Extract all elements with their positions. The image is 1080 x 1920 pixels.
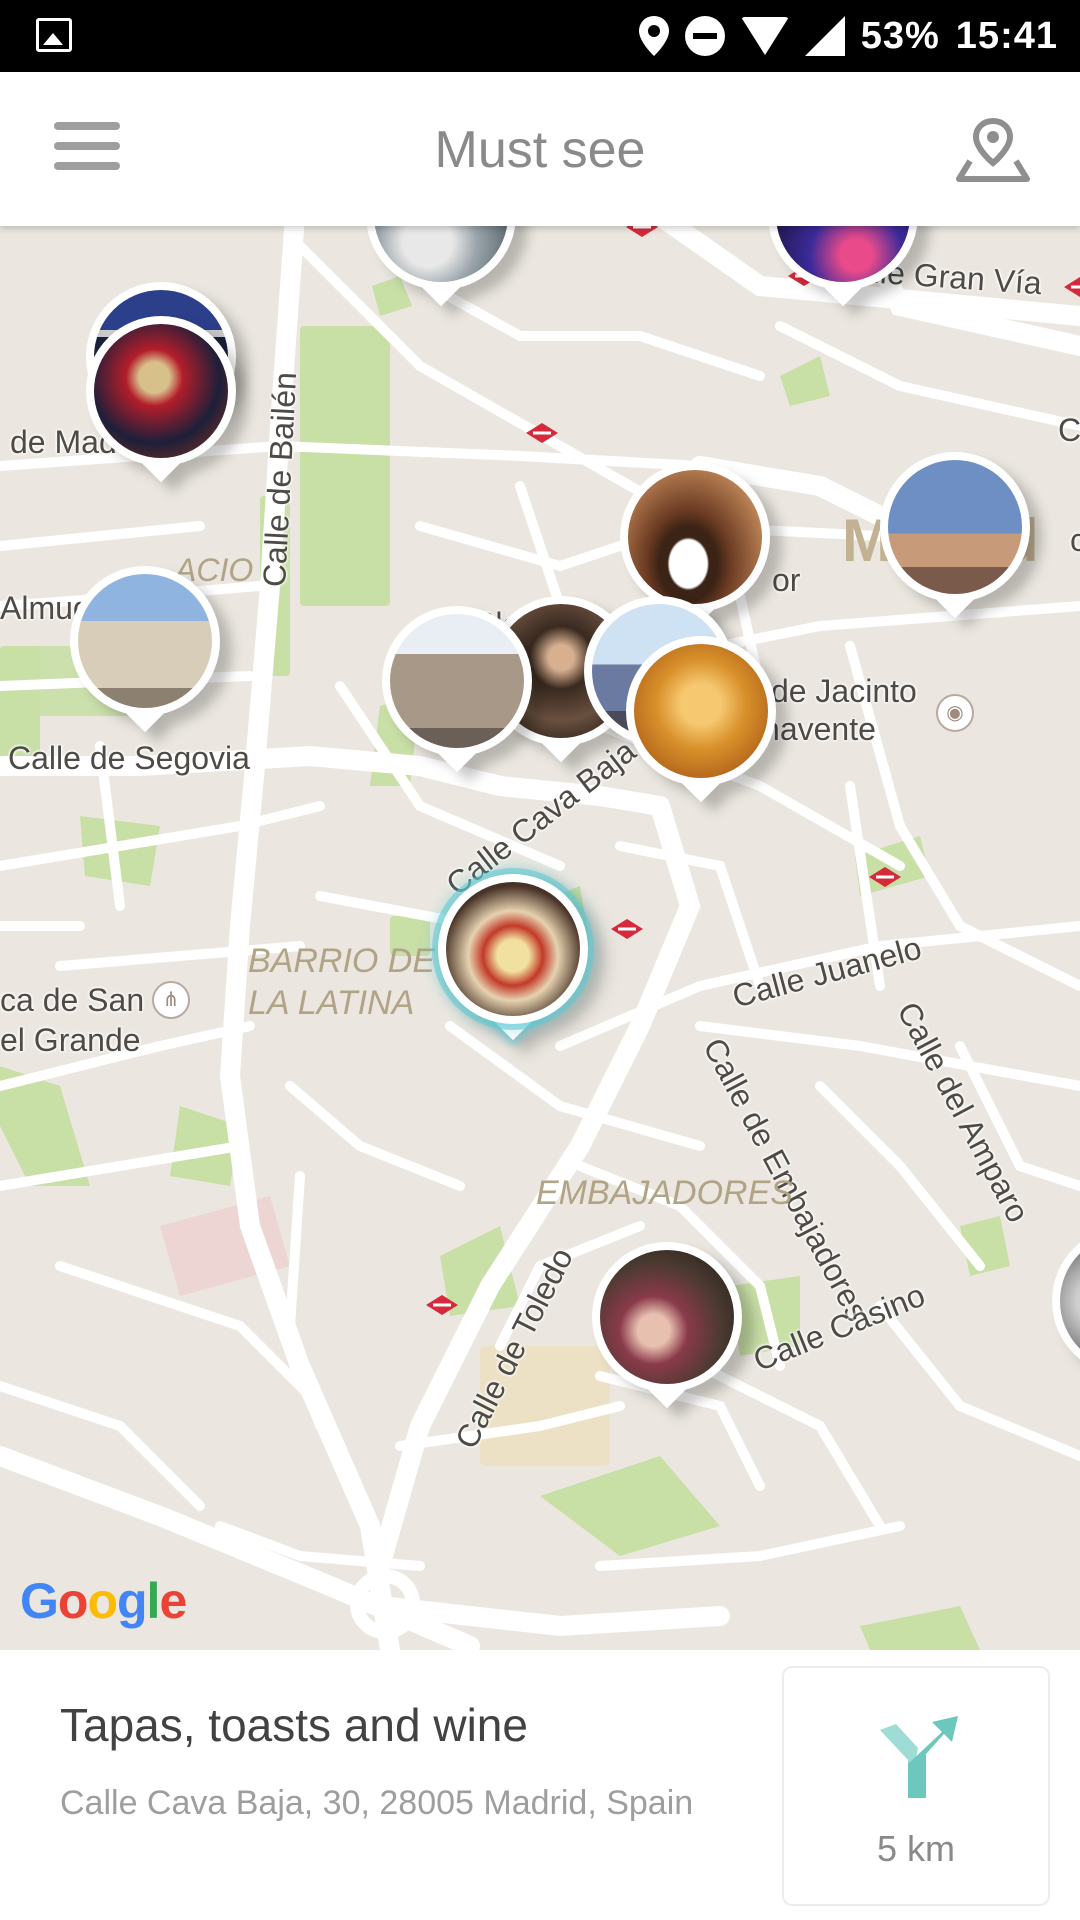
place-label-edge: c [1070, 522, 1080, 558]
metro-station-icon[interactable] [1063, 276, 1080, 298]
place-info-panel[interactable]: Tapas, toasts and wine Calle Cava Baja, … [0, 1650, 1080, 1920]
place-label-edge: C [1058, 412, 1080, 448]
metro-station-icon[interactable] [868, 866, 902, 888]
marker-tapas-selected[interactable] [438, 874, 588, 1046]
place-label-san-francisco: ca de San el Grande [0, 982, 145, 1058]
metro-station-icon[interactable] [610, 918, 644, 940]
wifi-icon [740, 17, 789, 55]
marker-cathedral[interactable] [70, 566, 220, 738]
district-label-latina: BARRIO DE LA LATINA [248, 942, 436, 1022]
status-bar: 53% 15:41 [0, 0, 1080, 72]
marker-pastry[interactable] [626, 636, 776, 808]
signal-icon [804, 16, 845, 56]
place-name: Tapas, toasts and wine [60, 1699, 528, 1751]
place-address: Calle Cava Baja, 30, 28005 Madrid, Spain [60, 1784, 694, 1822]
app-bar: Must see [0, 72, 1080, 226]
battery-percentage: 53% [860, 14, 940, 57]
page-title: Must see [434, 121, 646, 179]
place-label-sol-fragment: or [772, 562, 801, 598]
marker-clock-tower[interactable] [880, 452, 1030, 624]
gallery-icon [36, 18, 72, 52]
google-attribution-logo: Google [20, 1573, 187, 1629]
directions-fork-icon [880, 1716, 958, 1798]
clock-time: 15:41 [955, 14, 1058, 57]
marker-royal-guard-front[interactable] [86, 316, 236, 488]
map-view[interactable]: ◉ ⋔ ◉ ⋔ Calle Gran Vía Calle de Bailén C… [0, 226, 1080, 1650]
marker-edge-right[interactable] [1052, 1226, 1080, 1398]
status-icons: 53% 15:41 [638, 0, 1058, 72]
location-icon [638, 16, 669, 56]
marker-market[interactable] [592, 1242, 742, 1414]
route-distance: 5 km [876, 1828, 955, 1869]
metro-station-icon[interactable] [525, 422, 559, 444]
marker-nightlife[interactable] [768, 226, 918, 312]
map-pin-icon[interactable] [956, 117, 1030, 183]
camera-poi-icon[interactable]: ◉ [936, 694, 974, 732]
marker-wine-glass[interactable] [366, 226, 516, 312]
district-label-embajadores: EMBAJADORES [536, 1174, 793, 1212]
metro-station-icon[interactable] [425, 1294, 459, 1316]
marker-old-building[interactable] [382, 606, 532, 778]
directions-button[interactable]: 5 km [782, 1666, 1050, 1906]
metro-station-icon[interactable] [625, 226, 659, 238]
landmark-poi-icon[interactable]: ⋔ [152, 981, 190, 1019]
street-label-segovia: Calle de Segovia [8, 740, 250, 776]
do-not-disturb-icon [684, 16, 725, 56]
